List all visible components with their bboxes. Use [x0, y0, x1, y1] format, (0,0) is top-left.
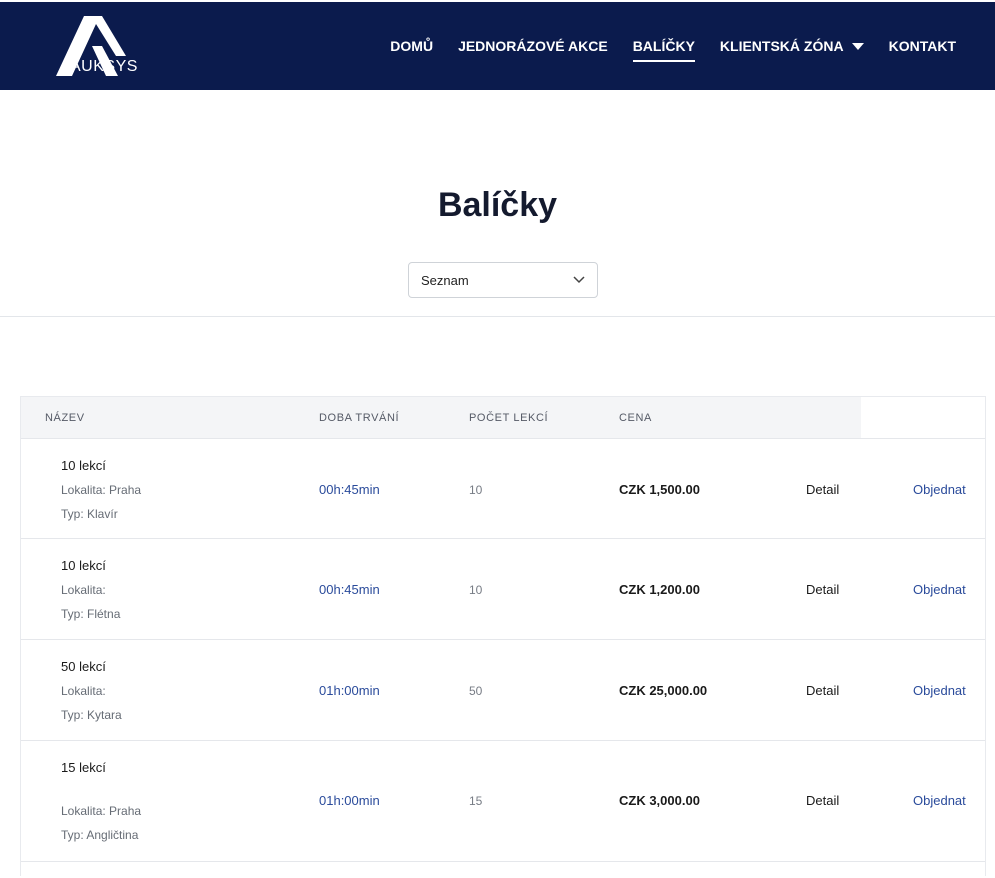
- order-link[interactable]: Objednat: [913, 683, 966, 698]
- table-row: 10 lekcí Lokalita: Praha Typ: Klavír 00h…: [21, 438, 985, 539]
- package-name: 10 lekcí: [61, 458, 106, 473]
- package-duration: 01h:00min: [319, 793, 380, 808]
- package-location: Lokalita: Praha: [61, 483, 142, 497]
- package-duration: 00h:45min: [319, 482, 380, 497]
- table-row: 50 lekcí Lokalita: Typ: Kytara 01h:00min…: [21, 639, 985, 740]
- nav-client-zone[interactable]: KLIENTSKÁ ZÓNA: [720, 38, 864, 54]
- view-select-value: Seznam: [421, 273, 469, 288]
- package-duration: 01h:00min: [319, 683, 380, 698]
- table-header: NÁZEV DOBA TRVÁNÍ POČET LEKCÍ CENA: [21, 397, 861, 438]
- col-header-name: NÁZEV: [45, 412, 85, 424]
- section-divider: [0, 316, 995, 317]
- chevron-down-icon: [573, 276, 585, 284]
- package-type: Typ: Flétna: [61, 607, 121, 621]
- page-title: Balíčky: [437, 186, 558, 224]
- detail-link[interactable]: Detail: [806, 582, 839, 597]
- site-header: AUKSYS DOMŮ JEDNORÁZOVÉ AKCE BALÍČKY KLI…: [0, 0, 995, 90]
- table-row: 10 lekcí Lokalita: Typ: Flétna 00h:45min…: [21, 538, 985, 639]
- package-name: 50 lekcí: [61, 659, 106, 674]
- package-duration: 00h:45min: [319, 582, 380, 597]
- nav-contact[interactable]: KONTAKT: [889, 38, 956, 54]
- package-location: Lokalita:: [61, 583, 106, 597]
- col-header-lesson-count: POČET LEKCÍ: [469, 412, 549, 424]
- detail-link[interactable]: Detail: [806, 482, 839, 497]
- nav-client-zone-label: KLIENTSKÁ ZÓNA: [719, 38, 844, 54]
- col-header-price: CENA: [619, 412, 652, 424]
- main-nav: DOMŮ JEDNORÁZOVÉ AKCE BALÍČKY KLIENTSKÁ …: [365, 38, 956, 62]
- package-type: Typ: Angličtina: [61, 828, 139, 842]
- package-name: 10 lekcí: [61, 558, 106, 573]
- package-price: CZK 1,200.00: [619, 582, 700, 597]
- logo-text: AUKSYS: [70, 58, 138, 75]
- package-type: Typ: Kytara: [61, 708, 122, 722]
- order-link[interactable]: Objednat: [913, 482, 966, 497]
- order-link[interactable]: Objednat: [913, 582, 966, 597]
- package-type: Typ: Klavír: [61, 507, 118, 521]
- package-lesson-count: 50: [469, 684, 483, 698]
- package-lesson-count: 10: [469, 583, 483, 597]
- package-price: CZK 25,000.00: [619, 683, 708, 698]
- package-name: 15 lekcí: [61, 760, 106, 775]
- table-row: 15 lekcí Lokalita: Praha Typ: Angličtina…: [21, 740, 985, 862]
- nav-one-off-events[interactable]: JEDNORÁZOVÉ AKCE: [458, 38, 608, 54]
- nav-packages[interactable]: BALÍČKY: [632, 38, 696, 62]
- nav-home[interactable]: DOMŮ: [390, 38, 433, 54]
- detail-link[interactable]: Detail: [806, 683, 839, 698]
- package-location: Lokalita:: [61, 684, 106, 698]
- col-header-duration: DOBA TRVÁNÍ: [319, 412, 400, 424]
- order-link[interactable]: Objednat: [913, 793, 966, 808]
- package-price: CZK 1,500.00: [619, 482, 700, 497]
- package-lesson-count: 15: [469, 794, 483, 808]
- view-select[interactable]: Seznam: [408, 262, 598, 298]
- packages-table: NÁZEV DOBA TRVÁNÍ POČET LEKCÍ CENA 10 le…: [20, 396, 986, 876]
- caret-down-icon: [851, 42, 864, 50]
- package-location: Lokalita: Praha: [61, 804, 142, 818]
- package-lesson-count: 10: [469, 483, 483, 497]
- package-price: CZK 3,000.00: [619, 793, 700, 808]
- detail-link[interactable]: Detail: [806, 793, 839, 808]
- table-row: [21, 861, 985, 878]
